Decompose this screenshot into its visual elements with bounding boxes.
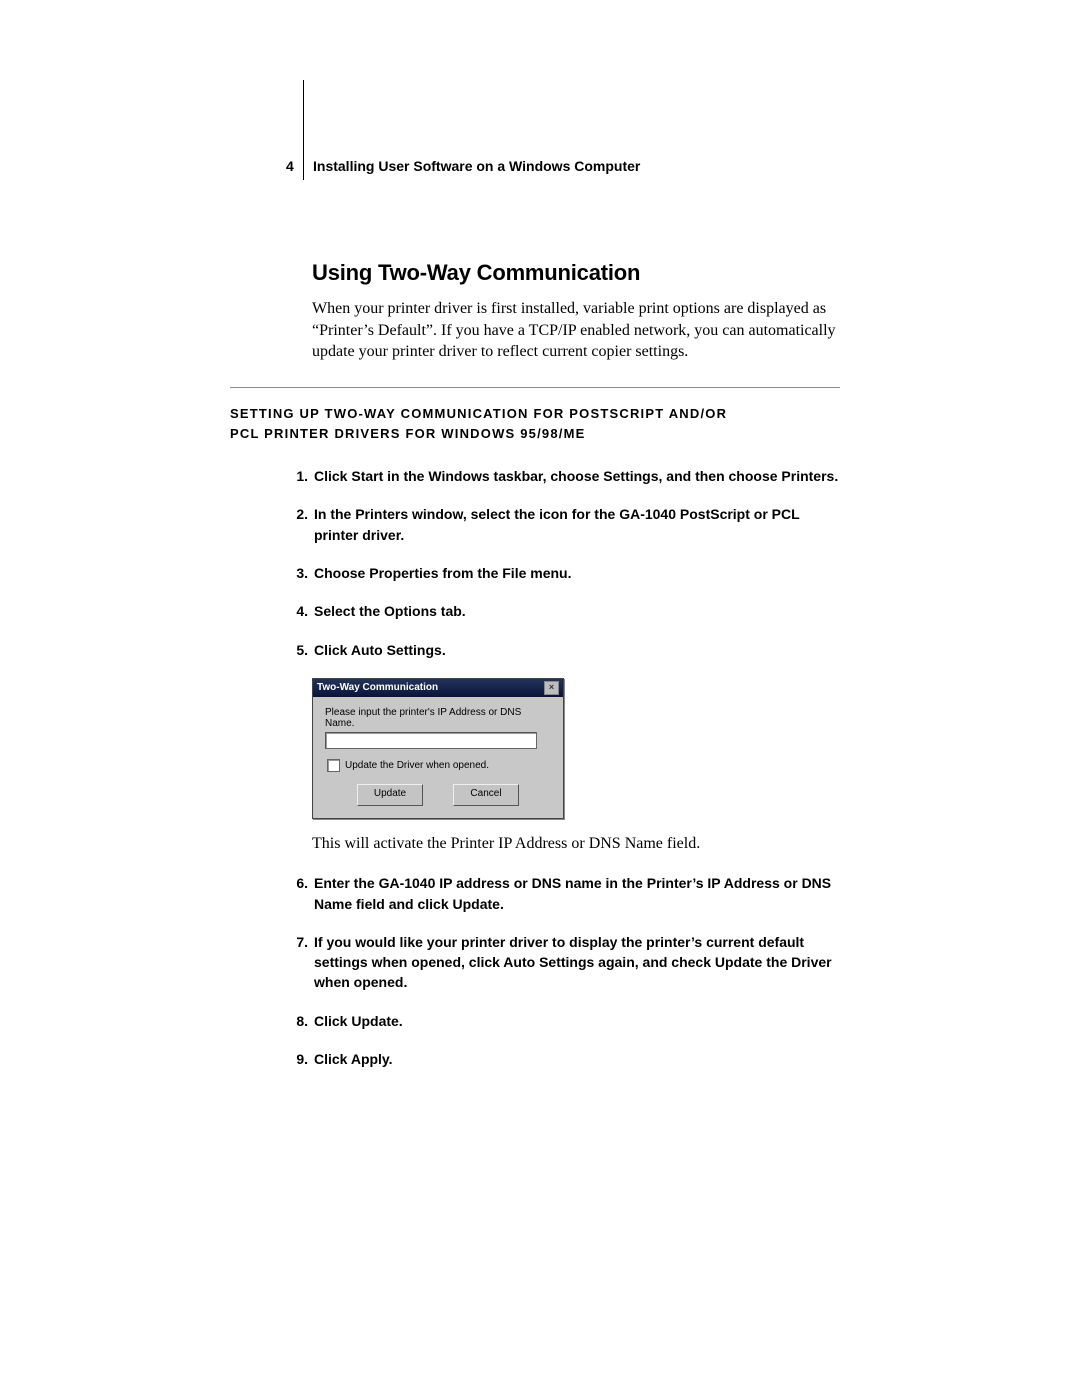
procedure-steps-first: 1.Click Start in the Windows taskbar, ch…: [288, 466, 840, 660]
document-page: 4 Installing User Software on a Windows …: [0, 0, 1080, 1397]
dialog-titlebar: Two-Way Communication ×: [313, 679, 563, 697]
step-1: 1.Click Start in the Windows taskbar, ch…: [288, 466, 840, 486]
page-content: Using Two-Way Communication When your pr…: [230, 260, 840, 1087]
page-number: 4: [286, 158, 294, 174]
dialog-title-text: Two-Way Communication: [317, 682, 438, 693]
close-icon[interactable]: ×: [544, 681, 559, 695]
update-button[interactable]: Update: [357, 784, 423, 806]
step-text: If you would like your printer driver to…: [314, 934, 832, 991]
step-text: Choose Properties from the File menu.: [314, 565, 572, 581]
cancel-button[interactable]: Cancel: [453, 784, 519, 806]
step-text: Click Apply.: [314, 1051, 393, 1067]
step-6: 6.Enter the GA-1040 IP address or DNS na…: [288, 873, 840, 914]
procedure-heading-line2: PCL Printer Drivers for Windows 95/98/Me: [230, 426, 585, 441]
step-5: 5.Click Auto Settings.: [288, 640, 840, 660]
step-text: Select the Options tab.: [314, 603, 466, 619]
procedure-heading: Setting Up Two-Way Communication for Pos…: [230, 404, 840, 444]
ip-address-input[interactable]: [325, 732, 537, 749]
step-3: 3.Choose Properties from the File menu.: [288, 563, 840, 583]
dialog-body: Please input the printer's IP Address or…: [313, 697, 563, 818]
step-7: 7.If you would like your printer driver …: [288, 932, 840, 993]
update-driver-checkbox[interactable]: [327, 759, 340, 772]
step-8: 8.Click Update.: [288, 1011, 840, 1031]
step-9: 9.Click Apply.: [288, 1049, 840, 1069]
update-driver-checkbox-row: Update the Driver when opened.: [327, 759, 551, 772]
after-dialog-text: This will activate the Printer IP Addres…: [312, 833, 840, 855]
procedure-heading-line1: Setting Up Two-Way Communication for Pos…: [230, 406, 727, 421]
step-text: Click Update.: [314, 1013, 403, 1029]
running-head: Installing User Software on a Windows Co…: [313, 158, 640, 174]
update-driver-checkbox-label: Update the Driver when opened.: [345, 760, 489, 771]
two-way-communication-dialog: Two-Way Communication × Please input the…: [312, 678, 564, 819]
horizontal-rule: [230, 387, 840, 388]
dialog-button-row: Update Cancel: [325, 784, 551, 806]
step-4: 4.Select the Options tab.: [288, 601, 840, 621]
step-2: 2.In the Printers window, select the ico…: [288, 504, 840, 545]
section-intro: When your printer driver is first instal…: [312, 298, 840, 363]
dialog-prompt: Please input the printer's IP Address or…: [325, 707, 551, 729]
section-title: Using Two-Way Communication: [312, 260, 840, 286]
dialog-screenshot: Two-Way Communication × Please input the…: [312, 678, 564, 819]
step-text: Click Start in the Windows taskbar, choo…: [314, 468, 838, 484]
step-text: Enter the GA-1040 IP address or DNS name…: [314, 875, 831, 911]
step-text: Click Auto Settings.: [314, 642, 446, 658]
step-text: In the Printers window, select the icon …: [314, 506, 799, 542]
header-divider: [303, 80, 304, 180]
procedure-steps-second: 6.Enter the GA-1040 IP address or DNS na…: [288, 873, 840, 1069]
